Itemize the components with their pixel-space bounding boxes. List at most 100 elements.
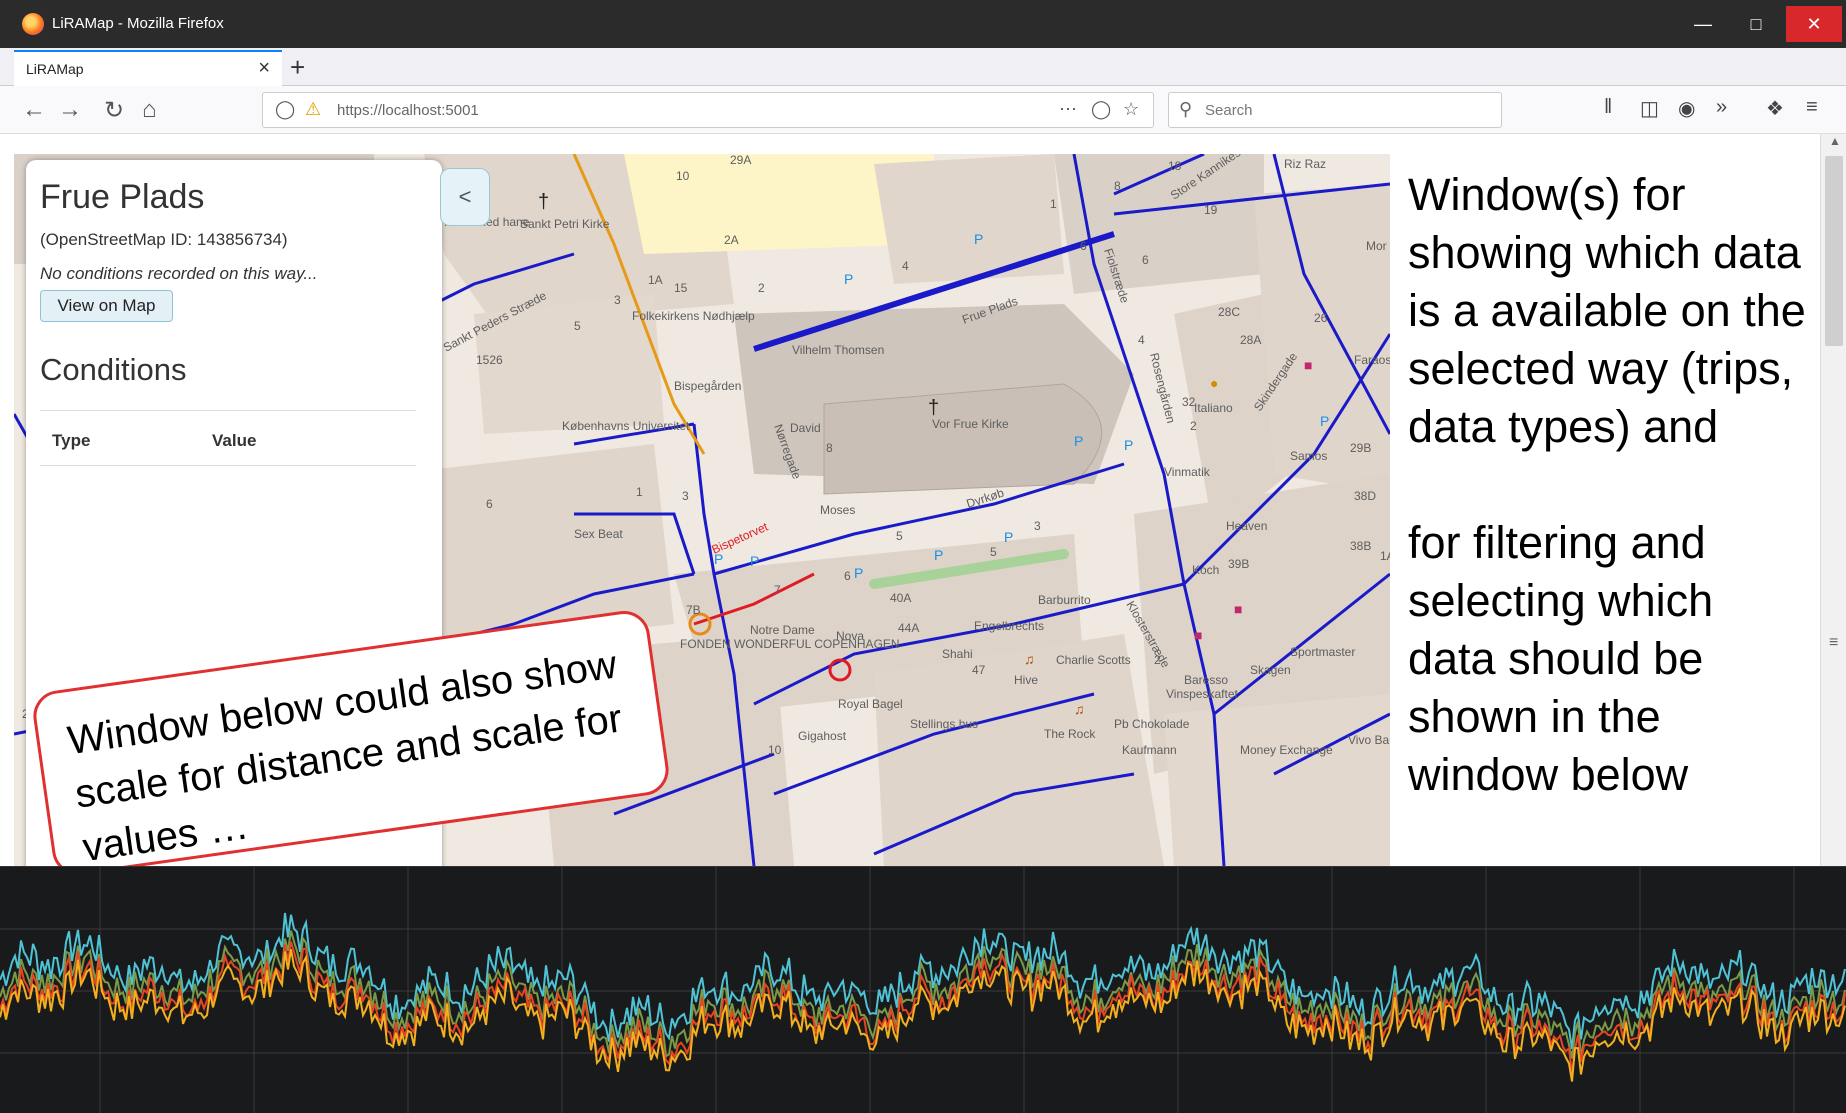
svg-text:P: P <box>1320 413 1329 429</box>
home-icon[interactable]: ⌂ <box>142 96 157 124</box>
map-label-baresso: Baresso <box>1184 673 1228 687</box>
map-label-money-exchange: Money Exchange <box>1240 743 1333 757</box>
svg-text:■: ■ <box>1194 627 1202 643</box>
window-title: LiRAMap - Mozilla Firefox <box>52 15 224 32</box>
search-box[interactable]: ⚲ Search <box>1168 92 1502 128</box>
forward-icon[interactable]: → <box>58 96 82 124</box>
graph-series-line-3 <box>0 941 1846 1075</box>
column-header-value[interactable]: Value <box>212 431 256 451</box>
svg-text:6: 6 <box>844 569 851 583</box>
graph-series-line-2 <box>0 930 1846 1059</box>
scroll-up-arrow-icon[interactable]: ▲ <box>1829 134 1841 148</box>
svg-text:8: 8 <box>826 441 833 455</box>
svg-text:7B: 7B <box>686 603 701 617</box>
conditions-table: Type Value <box>40 410 416 466</box>
way-name-title: Frue Plads <box>40 178 205 216</box>
no-conditions-text: No conditions recorded on this way... <box>40 264 318 283</box>
svg-text:●: ● <box>1210 375 1218 391</box>
map-label-nova: Nova <box>836 629 864 643</box>
map-label-barburrito: Barburrito <box>1038 593 1091 607</box>
map-label-vilhelm-thomsen: Vilhelm Thomsen <box>792 343 884 357</box>
map-label-engelbrechts: Engelbrechts <box>974 619 1044 633</box>
svg-text:29B: 29B <box>1350 441 1371 455</box>
back-icon[interactable]: ← <box>22 96 46 124</box>
page-scrollbar[interactable]: ▲ ≡ <box>1820 134 1846 866</box>
tab-close-icon[interactable]: × <box>258 57 270 80</box>
svg-text:39B: 39B <box>1228 557 1249 571</box>
graph-series-line-1 <box>0 912 1846 1049</box>
map-label-fonden: FONDEN WONDERFUL COPENHAGEN <box>680 637 900 651</box>
map-label-pb-chokolade: Pb Chokolade <box>1114 717 1190 731</box>
maximize-button[interactable]: □ <box>1733 6 1779 42</box>
view-on-map-button[interactable]: View on Map <box>40 290 173 322</box>
svg-text:P: P <box>714 551 723 567</box>
svg-text:■: ■ <box>1234 601 1242 617</box>
svg-text:40A: 40A <box>890 591 911 605</box>
svg-text:1: 1 <box>636 485 643 499</box>
svg-text:10: 10 <box>676 169 690 183</box>
svg-text:1A: 1A <box>648 273 663 287</box>
collapse-panel-button[interactable]: < <box>440 168 490 226</box>
map-label-royal-bagel: Royal Bagel <box>838 697 903 711</box>
church-icon: † <box>928 397 939 419</box>
map-label-gigahost: Gigahost <box>798 729 847 743</box>
map-label-sankt-petri-kirke: Sankt Petri Kirke <box>520 217 610 231</box>
column-header-type[interactable]: Type <box>52 431 90 451</box>
library-icon[interactable]: ‖ <box>1604 96 1612 119</box>
svg-text:28C: 28C <box>1218 305 1240 319</box>
bookmark-star-icon[interactable]: ☆ <box>1123 99 1139 120</box>
account-icon[interactable]: ◉ <box>1678 96 1695 121</box>
overflow-icon[interactable]: » <box>1716 96 1727 119</box>
svg-text:10: 10 <box>768 743 782 757</box>
menu-icon[interactable]: ≡ <box>1806 96 1818 119</box>
map-label-sportmaster: Sportmaster <box>1290 645 1355 659</box>
shield-icon[interactable]: ◯ <box>275 99 295 120</box>
lock-warning-icon[interactable]: ⚠ <box>305 99 321 120</box>
reload-icon[interactable]: ↻ <box>104 96 124 125</box>
tab-liramap[interactable]: LiRAMap × <box>14 50 282 86</box>
firefox-logo-icon <box>22 13 44 35</box>
sidebar-icon[interactable]: ◫ <box>1640 96 1659 121</box>
svg-text:■: ■ <box>1304 357 1312 373</box>
svg-text:38B: 38B <box>1350 539 1371 553</box>
svg-text:1A: 1A <box>1380 549 1390 563</box>
svg-text:3: 3 <box>682 489 689 503</box>
map-label-riz-raz: Riz Raz <box>1284 157 1326 171</box>
svg-text:6: 6 <box>1080 239 1087 253</box>
pocket-icon[interactable]: ◯ <box>1091 99 1111 120</box>
svg-text:1526: 1526 <box>476 353 503 367</box>
map-label-faraos-cigarer: Faraos Cigarer <box>1354 353 1390 367</box>
svg-text:P: P <box>844 271 853 287</box>
svg-text:29A: 29A <box>730 154 751 167</box>
map-label-koebenhavns-universitet: Københavns Universitet <box>562 419 690 433</box>
url-text[interactable]: https://localhost:5001 <box>337 102 479 119</box>
svg-text:♫: ♫ <box>1074 701 1085 717</box>
search-placeholder[interactable]: Search <box>1205 102 1253 119</box>
map-label-samos: Samos <box>1290 449 1327 463</box>
svg-text:♫: ♫ <box>1024 651 1035 667</box>
new-tab-button[interactable]: + <box>290 52 305 83</box>
scroll-thumb[interactable] <box>1825 156 1843 346</box>
svg-text:26: 26 <box>1314 311 1328 325</box>
map-label-notre-dame: Notre Dame <box>750 623 815 637</box>
svg-text:3: 3 <box>1034 519 1041 533</box>
url-bar[interactable]: ◯ ⚠ https://localhost:5001 ⋯ ◯ ☆ <box>262 92 1154 128</box>
minimize-button[interactable]: — <box>1680 6 1726 42</box>
map-label-shahi: Shahi <box>942 647 973 661</box>
svg-text:28A: 28A <box>1240 333 1261 347</box>
svg-text:1: 1 <box>1050 197 1057 211</box>
extensions-icon[interactable]: ❖ <box>1766 96 1784 121</box>
page-actions-icon[interactable]: ⋯ <box>1059 99 1077 120</box>
svg-text:2: 2 <box>1190 419 1197 433</box>
signal-graph[interactable] <box>0 867 1846 1113</box>
scroll-grip-icon[interactable]: ≡ <box>1829 634 1838 652</box>
map-label-david: David <box>790 421 821 435</box>
osm-id-text: (OpenStreetMap ID: 143856734) <box>40 230 288 249</box>
svg-text:44A: 44A <box>898 621 919 635</box>
close-button[interactable]: ✕ <box>1786 6 1842 42</box>
signal-graph-panel[interactable] <box>0 866 1846 1113</box>
svg-text:8: 8 <box>1114 179 1121 193</box>
svg-text:19: 19 <box>1204 203 1218 217</box>
svg-text:P: P <box>974 231 983 247</box>
svg-text:4: 4 <box>902 259 909 273</box>
